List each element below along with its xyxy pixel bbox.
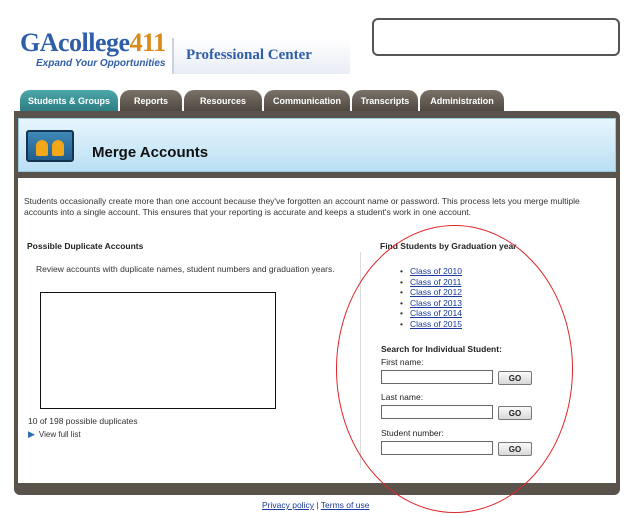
view-full-list-link[interactable]: ▶ View full list — [28, 429, 81, 440]
duplicates-description: Review accounts with duplicate names, st… — [36, 264, 335, 274]
duplicates-count: 10 of 198 possible duplicates — [28, 416, 138, 426]
tab-label: Students & Groups — [27, 96, 110, 106]
tab-transcripts[interactable]: Transcripts — [352, 90, 418, 112]
tab-label: Reports — [133, 96, 168, 106]
annotation-oval — [336, 225, 573, 513]
footer-separator: | — [316, 500, 319, 510]
tab-label: Communication — [272, 96, 341, 106]
tab-label: Administration — [430, 96, 494, 106]
intro-text: Students occasionally create more than o… — [24, 196, 580, 217]
logo-tagline: Expand Your Opportunities — [36, 58, 166, 69]
tab-resources[interactable]: Resources — [184, 90, 262, 112]
professional-center-title: Professional Center — [186, 47, 312, 63]
site-logo[interactable]: GAcollege411 — [20, 28, 166, 58]
users-icon — [26, 130, 74, 162]
duplicates-preview-box — [40, 292, 276, 409]
arrow-right-icon: ▶ — [28, 429, 35, 439]
tab-communication[interactable]: Communication — [264, 90, 350, 112]
header-search-box[interactable] — [372, 18, 620, 56]
logo-411-text: 411 — [129, 28, 167, 57]
tab-label: Transcripts — [360, 96, 410, 106]
footer-links: Privacy policy | Terms of use — [262, 500, 369, 510]
tab-students-groups[interactable]: Students & Groups — [20, 90, 118, 112]
tab-reports[interactable]: Reports — [120, 90, 182, 112]
tab-label: Resources — [199, 96, 247, 106]
logo-ga-text: GAcollege — [20, 28, 130, 57]
duplicates-heading: Possible Duplicate Accounts — [27, 241, 144, 251]
privacy-policy-link[interactable]: Privacy policy — [262, 500, 314, 510]
page-title: Merge Accounts — [92, 144, 209, 161]
terms-of-use-link[interactable]: Terms of use — [321, 500, 370, 510]
view-full-list-label: View full list — [38, 430, 81, 439]
tab-administration[interactable]: Administration — [420, 90, 504, 112]
